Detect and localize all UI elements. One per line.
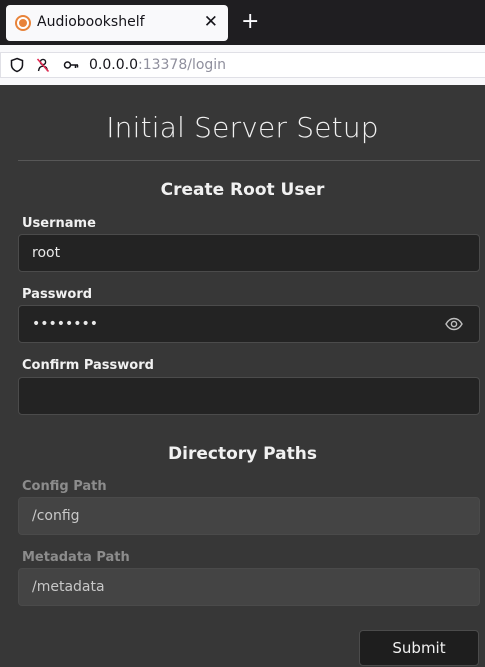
title-divider: [18, 160, 480, 161]
shield-icon[interactable]: [9, 57, 25, 73]
permissions-blocked-icon[interactable]: [35, 57, 51, 73]
audiobookshelf-favicon-icon: [15, 15, 31, 31]
browser-tab[interactable]: Audiobookshelf ✕: [6, 5, 228, 41]
url-text[interactable]: 0.0.0.0:13378/login: [89, 57, 226, 73]
tab-title: Audiobookshelf: [37, 14, 145, 30]
url-path: :13378/login: [137, 57, 227, 73]
address-bar: [0, 45, 485, 85]
root-user-heading: Create Root User: [160, 180, 325, 200]
setup-page: Initial Server Setup Create Root User Us…: [0, 85, 485, 667]
metadata-path-input: /metadata: [18, 568, 480, 606]
config-path-input: /config: [18, 497, 480, 535]
close-tab-icon[interactable]: ✕: [204, 12, 218, 32]
confirm-password-label: Confirm Password: [22, 358, 154, 373]
password-value: ••••••••: [32, 316, 99, 332]
eye-icon[interactable]: [445, 317, 463, 331]
confirm-password-input[interactable]: [18, 377, 480, 415]
url-host: 0.0.0.0: [89, 57, 138, 73]
username-input[interactable]: root: [18, 234, 480, 272]
page-title: Initial Server Setup: [106, 111, 379, 144]
new-tab-button[interactable]: +: [241, 8, 259, 36]
password-input[interactable]: ••••••••: [18, 305, 480, 343]
metadata-path-label: Metadata Path: [22, 550, 130, 565]
directory-paths-heading: Directory Paths: [168, 444, 317, 464]
key-icon[interactable]: [63, 57, 79, 73]
username-label: Username: [22, 216, 96, 231]
password-label: Password: [22, 287, 93, 302]
submit-button[interactable]: Submit: [359, 630, 479, 666]
config-path-label: Config Path: [22, 479, 107, 494]
browser-tab-bar: Audiobookshelf ✕ +: [0, 0, 485, 45]
